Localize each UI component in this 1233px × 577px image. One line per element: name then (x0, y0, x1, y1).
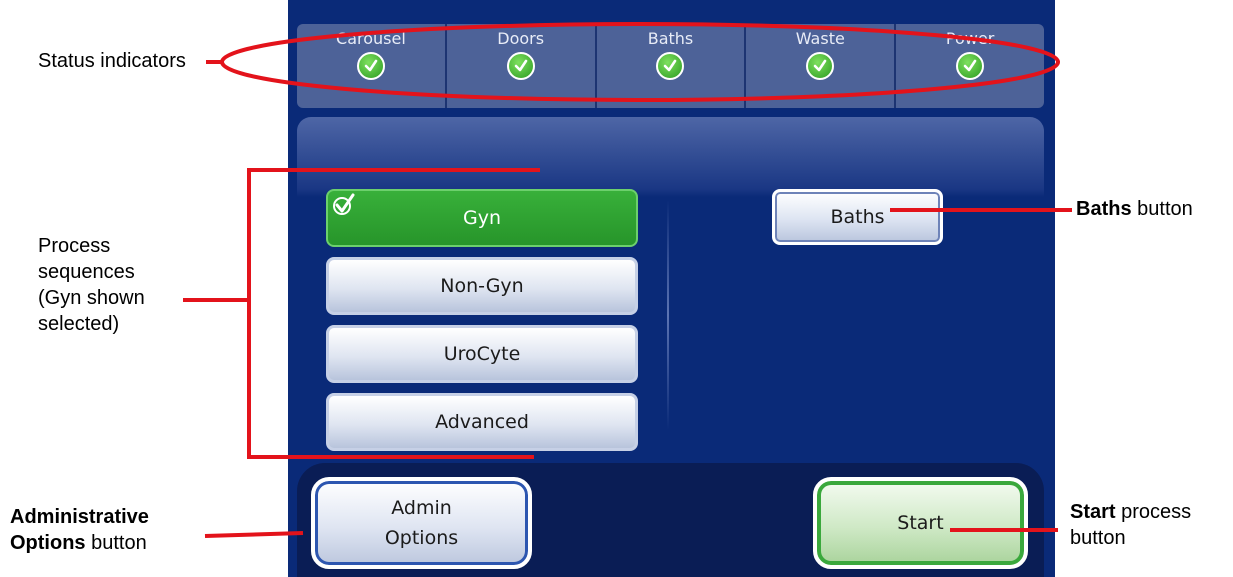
status-power: Power (896, 24, 1044, 108)
admin-button-line-2: Options (384, 527, 459, 549)
status-label-power: Power (945, 29, 995, 48)
admin-button-annotation: Administrative Options button (10, 504, 149, 556)
check-icon (356, 52, 385, 80)
sequence-gyn-button[interactable]: Gyn (326, 189, 638, 247)
baths-annotation-bold: Baths (1076, 198, 1132, 220)
status-baths: Baths (597, 24, 747, 108)
status-label-doors: Doors (497, 29, 545, 48)
check-icon (506, 52, 535, 80)
start-button[interactable]: Start (813, 477, 1028, 569)
sequence-urocyte-button[interactable]: UroCyte (326, 325, 638, 383)
sequence-non-gyn-label: Non-Gyn (440, 275, 524, 297)
status-doors: Doors (447, 24, 597, 108)
admin-button-line-1: Admin (391, 497, 452, 519)
start-annotation-line-2: button (1070, 527, 1126, 549)
device-screen: Carousel Doors Baths Waste Power Gyn Non… (288, 0, 1055, 577)
baths-button-label: Baths (830, 206, 885, 228)
admin-annotation-line-2: Options button (10, 530, 149, 556)
start-button-label: Start (897, 512, 944, 534)
start-annotation-bold: Start (1070, 501, 1116, 523)
admin-options-button[interactable]: Admin Options (311, 477, 532, 569)
sequence-urocyte-label: UroCyte (443, 343, 521, 365)
baths-button-annotation: Baths button (1076, 197, 1193, 221)
baths-annotation-rest: button (1137, 198, 1193, 220)
baths-button[interactable]: Baths (772, 189, 943, 245)
process-annotation-line-2: sequences (38, 261, 135, 283)
status-carousel: Carousel (297, 24, 447, 108)
process-annotation-line-4: selected) (38, 313, 120, 335)
check-icon (956, 52, 985, 80)
start-button-annotation: Start process button (1070, 499, 1191, 551)
status-label-waste: Waste (795, 29, 845, 48)
sequence-advanced-label: Advanced (435, 411, 529, 433)
status-label-carousel: Carousel (336, 29, 406, 48)
sequence-non-gyn-button[interactable]: Non-Gyn (326, 257, 638, 315)
selected-check-icon (332, 193, 356, 222)
panel-header (297, 117, 1044, 197)
status-indicators-annotation: Status indicators (38, 50, 186, 72)
status-waste: Waste (746, 24, 897, 108)
admin-annotation-bold-2: Options (10, 532, 86, 554)
check-icon (656, 52, 685, 80)
panel-divider (667, 200, 669, 430)
process-annotation-line-1: Process (38, 235, 111, 257)
start-annotation-rest: process (1121, 501, 1192, 523)
process-annotation-line-3: (Gyn shown (38, 287, 145, 309)
admin-annotation-line-1: Administrative (10, 504, 149, 530)
admin-annotation-rest: button (91, 532, 147, 554)
sequence-advanced-button[interactable]: Advanced (326, 393, 638, 451)
status-bar: Carousel Doors Baths Waste Power (297, 24, 1044, 108)
status-label-baths: Baths (647, 29, 694, 48)
admin-annotation-bold-1: Administrative (10, 506, 149, 528)
sequence-gyn-label: Gyn (462, 207, 501, 229)
start-annotation-line-1: Start process (1070, 499, 1191, 525)
process-sequences-annotation: Process sequences (Gyn shown selected) (38, 233, 145, 337)
check-icon (806, 52, 835, 80)
